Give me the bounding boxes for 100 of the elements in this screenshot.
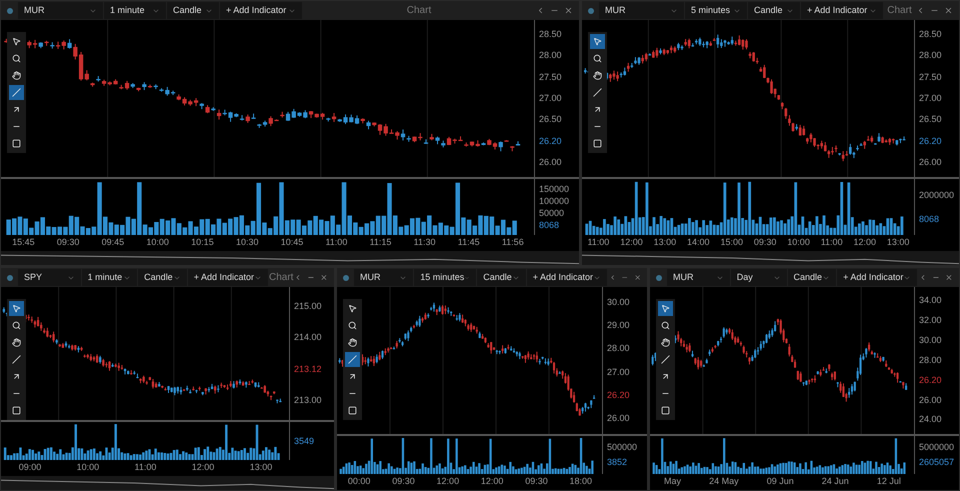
header-dropdown[interactable]: Candle	[477, 269, 526, 286]
axis-label: 28.00	[918, 356, 943, 365]
time-axis-label: 11:45	[458, 236, 480, 250]
time-axis-label: 12:00	[192, 461, 214, 474]
axis-label: 27.50	[918, 72, 943, 82]
time-axis-label: 11:00	[820, 236, 843, 250]
line-tool-icon	[593, 88, 602, 97]
last-value-label: 3852	[606, 458, 628, 467]
tool-button[interactable]	[345, 335, 360, 350]
line-tool-icon	[661, 355, 670, 364]
arrow-icon	[661, 372, 670, 381]
pointer-icon	[661, 304, 670, 313]
time-axis-label: 09:30	[754, 236, 776, 250]
axis-label: 27.00	[538, 94, 563, 103]
time-axis-label: 10:15	[191, 236, 214, 250]
navigator-bar[interactable]	[1, 476, 334, 490]
axis-label: 150000	[538, 184, 570, 194]
close-icon[interactable]	[564, 6, 573, 15]
header-dropdown[interactable]: + Add Indicator	[220, 2, 302, 19]
hand-icon	[348, 338, 357, 347]
pointer-icon	[12, 304, 21, 313]
axis-label: 32.00	[918, 316, 943, 326]
header-dropdown[interactable]: 1 minute	[104, 2, 166, 19]
search-icon	[661, 321, 670, 330]
search-icon	[12, 54, 21, 63]
header-dropdown[interactable]: MUR	[599, 2, 684, 19]
last-value-label: 26.20	[606, 390, 631, 400]
time-axis-label: 09:30	[56, 236, 80, 250]
time-axis-label: 09:00	[18, 461, 42, 474]
axis-label: 2000000	[918, 190, 956, 200]
close-icon[interactable]	[634, 273, 642, 282]
header-dropdown[interactable]: MUR	[667, 269, 730, 286]
panel-title: Chart	[406, 4, 432, 18]
axis-label: 30.00	[918, 336, 943, 346]
search-icon	[12, 321, 21, 330]
header-dropdown[interactable]: + Add Indicator	[526, 269, 608, 286]
header-dropdown[interactable]: Candle	[788, 269, 836, 286]
close-icon[interactable]	[944, 6, 953, 15]
hand-icon	[593, 71, 602, 80]
axis-label: 28.50	[538, 30, 563, 40]
rectangle-icon	[12, 406, 21, 415]
time-axis-label: 12:00	[480, 475, 504, 488]
chevron-left-icon[interactable]	[916, 6, 925, 15]
close-icon[interactable]	[945, 273, 953, 282]
header-dropdown[interactable]: + Add Indicator	[188, 269, 268, 286]
axis-label: 28.00	[606, 344, 631, 354]
axis-label: 26.00	[918, 396, 943, 405]
header-dropdown[interactable]: Day	[730, 269, 787, 286]
header-dropdown[interactable]: Candle	[138, 269, 187, 286]
chevron-left-icon[interactable]	[536, 6, 545, 15]
navigator-bar[interactable]	[1, 251, 579, 265]
pointer-icon	[12, 37, 21, 46]
axis-label: 214.00	[293, 333, 323, 342]
hand-icon	[12, 338, 21, 347]
rectangle-icon	[661, 406, 670, 415]
axis-label: 34.00	[918, 296, 943, 306]
pointer-icon	[348, 304, 357, 313]
header-dropdown[interactable]: 1 minute	[82, 269, 138, 286]
time-axis-label: 09:45	[102, 236, 124, 250]
time-axis-label: 13:00	[250, 461, 272, 474]
chevron-left-icon[interactable]	[609, 273, 616, 282]
line-tool-icon	[12, 355, 21, 364]
last-value-label: 213.12	[293, 364, 323, 374]
close-icon[interactable]	[320, 273, 328, 282]
last-value-label: 8068	[918, 214, 940, 224]
time-axis-label: 10:00	[146, 236, 169, 250]
time-axis-label: 24 Jun	[822, 475, 849, 488]
axis-label: 500000	[606, 443, 638, 452]
header-dropdown[interactable]: + Add Indicator	[837, 269, 918, 286]
time-axis-label: 09 Jun	[766, 475, 794, 488]
time-axis-label: 11:00	[587, 236, 610, 250]
axis-label: 26.50	[918, 115, 943, 124]
time-axis-label: 11:00	[134, 461, 156, 474]
axis-label: 28.00	[538, 51, 563, 60]
header-dropdown[interactable]: Candle	[167, 2, 219, 19]
arrow-icon	[593, 105, 602, 114]
time-axis-label: 14:00	[687, 236, 710, 250]
time-axis-label: 12:00	[853, 236, 876, 250]
search-icon	[593, 54, 602, 63]
rectangle-icon	[593, 139, 602, 148]
axis-label: 50000	[538, 208, 566, 218]
header-dropdown[interactable]: Candle	[748, 2, 800, 19]
header-dropdown[interactable]: SPY	[18, 269, 81, 286]
axis-label: 30.00	[606, 298, 631, 308]
time-axis-label: May	[664, 475, 682, 488]
time-axis-label: 09:30	[392, 475, 415, 488]
header-dropdown[interactable]: 15 minutes	[414, 269, 476, 286]
time-axis-label: 09:30	[525, 475, 548, 488]
time-axis-label: 10:45	[280, 236, 304, 250]
header-dropdown[interactable]: MUR	[354, 269, 414, 286]
header-dropdown[interactable]: + Add Indicator	[801, 2, 883, 19]
axis-label: 26.00	[606, 414, 631, 423]
header-dropdown[interactable]: MUR	[18, 2, 103, 19]
rectangle-icon	[12, 139, 21, 148]
axis-label: 213.00	[293, 396, 323, 405]
header-dropdown[interactable]: 5 minutes	[685, 2, 747, 19]
last-value-label: 3549	[293, 436, 316, 446]
navigator-bar[interactable]	[582, 251, 959, 265]
tool-button[interactable]	[9, 68, 24, 83]
last-value-label: 2605057	[918, 458, 956, 467]
